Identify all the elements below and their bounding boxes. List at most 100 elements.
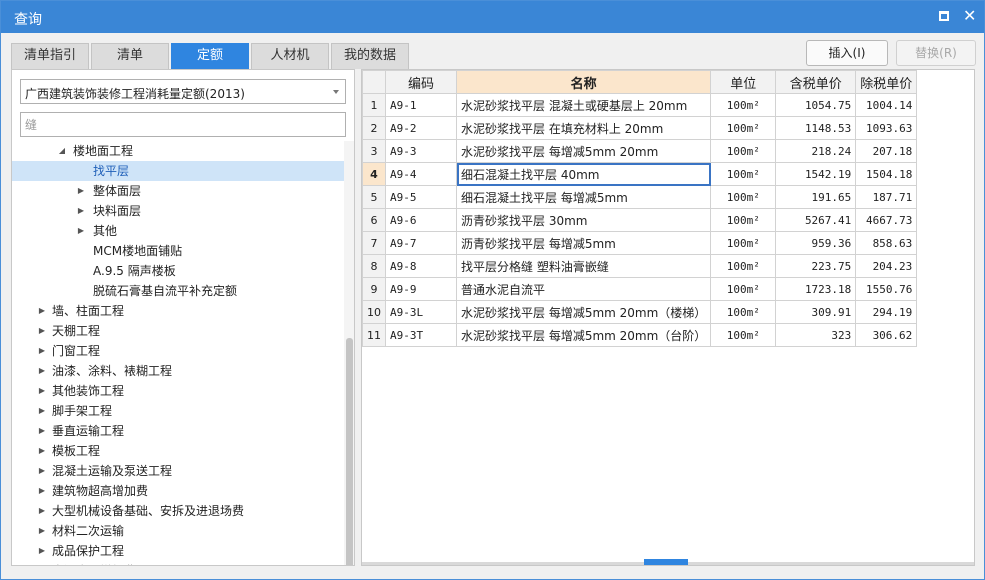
price-without-tax-cell[interactable]: 1004.14: [855, 93, 918, 117]
price-with-tax-cell[interactable]: 5267.41: [775, 208, 857, 232]
tab-my-data[interactable]: 我的数据: [331, 43, 409, 69]
name-cell[interactable]: 沥青砂浆找平层 30mm: [455, 208, 712, 232]
insert-button[interactable]: 插入(I): [806, 40, 888, 66]
price-without-tax-cell[interactable]: 207.18: [855, 139, 918, 163]
collapsed-arrow-icon[interactable]: ▶: [37, 561, 47, 565]
table-row[interactable]: 3 A9-3 水泥砂浆找平层 每增减5mm 20mm 100m² 218.24 207.1…: [362, 139, 918, 163]
chevron-down-icon[interactable]: [333, 90, 339, 94]
tree-item[interactable]: ◢ 楼地面工程: [12, 141, 344, 161]
unit-cell[interactable]: 100m²: [710, 116, 777, 140]
collapsed-arrow-icon[interactable]: ▶: [37, 301, 47, 321]
price-with-tax-cell[interactable]: 959.36: [775, 231, 857, 255]
header-name[interactable]: 名称: [455, 70, 712, 94]
tab-quota[interactable]: 定额: [171, 43, 249, 69]
unit-cell[interactable]: 100m²: [710, 277, 777, 301]
tree-item[interactable]: ▶ 混凝土运输及泵送工程: [12, 461, 344, 481]
collapsed-arrow-icon[interactable]: ▶: [37, 361, 47, 381]
tree-item[interactable]: ▶ 大型机械设备基础、安拆及进退场费: [12, 501, 344, 521]
row-index[interactable]: 1: [362, 93, 386, 117]
tree-item[interactable]: ▶ 垂直运输工程: [12, 421, 344, 441]
tab-bill[interactable]: 清单: [91, 43, 169, 69]
table-row[interactable]: 9 A9-9 普通水泥自流平 100m² 1723.18 1550.76: [362, 277, 918, 301]
tree-item[interactable]: ▶ 其他: [12, 221, 344, 241]
name-cell[interactable]: 水泥砂浆找平层 每增减5mm 20mm: [455, 139, 712, 163]
price-with-tax-cell[interactable]: 1148.53: [775, 116, 857, 140]
row-index[interactable]: 7: [362, 231, 386, 255]
collapsed-arrow-icon[interactable]: ▶: [37, 501, 47, 521]
unit-cell[interactable]: 100m²: [710, 323, 777, 347]
unit-cell[interactable]: 100m²: [710, 93, 777, 117]
row-index[interactable]: 9: [362, 277, 386, 301]
price-with-tax-cell[interactable]: 309.91: [775, 300, 857, 324]
table-row[interactable]: 1 A9-1 水泥砂浆找平层 混凝土或硬基层上 20mm 100m² 1054.75 10…: [362, 93, 918, 117]
tree-item[interactable]: ▶ 建筑物超高增加费: [12, 481, 344, 501]
collapsed-arrow-icon[interactable]: ▶: [37, 341, 47, 361]
code-cell[interactable]: A9-7: [385, 231, 457, 255]
collapsed-arrow-icon[interactable]: ▶: [37, 461, 47, 481]
name-cell[interactable]: 细石混凝土找平层 40mm: [455, 162, 712, 186]
replace-button[interactable]: 替换(R): [896, 40, 976, 66]
tree-item[interactable]: ▶ 墙、柱面工程: [12, 301, 344, 321]
name-cell[interactable]: 找平层分格缝 塑料油膏嵌缝: [455, 254, 712, 278]
tree-item[interactable]: ▶ 整体面层: [12, 181, 344, 201]
tree-item[interactable]: ▶ 门窗工程: [12, 341, 344, 361]
collapsed-arrow-icon[interactable]: ▶: [37, 481, 47, 501]
price-without-tax-cell[interactable]: 1504.18: [855, 162, 918, 186]
price-with-tax-cell[interactable]: 191.65: [775, 185, 857, 209]
name-cell[interactable]: 水泥砂浆找平层 在填充材料上 20mm: [455, 116, 712, 140]
splitter-handle[interactable]: [644, 559, 688, 565]
unit-cell[interactable]: 100m²: [710, 139, 777, 163]
table-row[interactable]: 2 A9-2 水泥砂浆找平层 在填充材料上 20mm 100m² 1148.53 1093…: [362, 116, 918, 140]
tree-item[interactable]: 找平层: [12, 161, 344, 181]
tree-item[interactable]: ▶ 成品保护工程: [12, 541, 344, 561]
unit-cell[interactable]: 100m²: [710, 162, 777, 186]
collapsed-arrow-icon[interactable]: ▶: [37, 321, 47, 341]
table-row[interactable]: 6 A9-6 沥青砂浆找平层 30mm 100m² 5267.41 4667.73: [362, 208, 918, 232]
price-with-tax-cell[interactable]: 1542.19: [775, 162, 857, 186]
row-index[interactable]: 6: [362, 208, 386, 232]
header-unit[interactable]: 单位: [710, 70, 777, 94]
tree-item[interactable]: 脱硫石膏基自流平补充定额: [12, 281, 344, 301]
header-code[interactable]: 编码: [385, 70, 457, 94]
code-cell[interactable]: A9-8: [385, 254, 457, 278]
grid-horizontal-scrollbar[interactable]: [362, 559, 974, 565]
tree-item[interactable]: ▶ 块料面层: [12, 201, 344, 221]
header-price-without-tax[interactable]: 除税单价: [855, 70, 918, 94]
tree-item[interactable]: ▶ 脚手架工程: [12, 401, 344, 421]
code-cell[interactable]: A9-4: [385, 162, 457, 186]
price-with-tax-cell[interactable]: 323: [775, 323, 857, 347]
table-row[interactable]: 10 A9-3L 水泥砂浆找平层 每增减5mm 20mm（楼梯） 100m² 309.9…: [362, 300, 918, 324]
name-cell[interactable]: 水泥砂浆找平层 每增减5mm 20mm（楼梯）: [455, 300, 712, 324]
collapsed-arrow-icon[interactable]: ▶: [76, 181, 86, 201]
collapsed-arrow-icon[interactable]: ▶: [37, 401, 47, 421]
collapsed-arrow-icon[interactable]: ▶: [76, 221, 86, 241]
table-row[interactable]: 11 A9-3T 水泥砂浆找平层 每增减5mm 20mm（台阶） 100m² 323 30…: [362, 323, 918, 347]
tree-item[interactable]: ▶ 天棚工程: [12, 321, 344, 341]
name-cell[interactable]: 水泥砂浆找平层 混凝土或硬基层上 20mm: [455, 93, 712, 117]
tree-item[interactable]: ▶ 室温许零增加费: [12, 561, 344, 565]
header-price-with-tax[interactable]: 含税单价: [775, 70, 857, 94]
unit-cell[interactable]: 100m²: [710, 185, 777, 209]
tab-labor-material-machine[interactable]: 人材机: [251, 43, 329, 69]
collapsed-arrow-icon[interactable]: ▶: [37, 541, 47, 561]
price-with-tax-cell[interactable]: 1054.75: [775, 93, 857, 117]
collapsed-arrow-icon[interactable]: ▶: [76, 201, 86, 221]
code-cell[interactable]: A9-3L: [385, 300, 457, 324]
table-row[interactable]: 5 A9-5 细石混凝土找平层 每增减5mm 100m² 191.65 187.71: [362, 185, 918, 209]
expanded-arrow-icon[interactable]: ◢: [57, 141, 67, 161]
tab-bill-guide[interactable]: 清单指引: [11, 43, 89, 69]
unit-cell[interactable]: 100m²: [710, 300, 777, 324]
code-cell[interactable]: A9-9: [385, 277, 457, 301]
code-cell[interactable]: A9-6: [385, 208, 457, 232]
tree-item[interactable]: MCM楼地面铺贴: [12, 241, 344, 261]
price-without-tax-cell[interactable]: 294.19: [855, 300, 918, 324]
price-with-tax-cell[interactable]: 1723.18: [775, 277, 857, 301]
code-cell[interactable]: A9-5: [385, 185, 457, 209]
tree-item[interactable]: ▶ 其他装饰工程: [12, 381, 344, 401]
unit-cell[interactable]: 100m²: [710, 231, 777, 255]
tree-scrollbar-thumb[interactable]: [346, 338, 353, 565]
price-with-tax-cell[interactable]: 223.75: [775, 254, 857, 278]
tree-scrollbar[interactable]: [344, 141, 354, 565]
collapsed-arrow-icon[interactable]: ▶: [37, 421, 47, 441]
tree-search-input[interactable]: [20, 112, 346, 137]
